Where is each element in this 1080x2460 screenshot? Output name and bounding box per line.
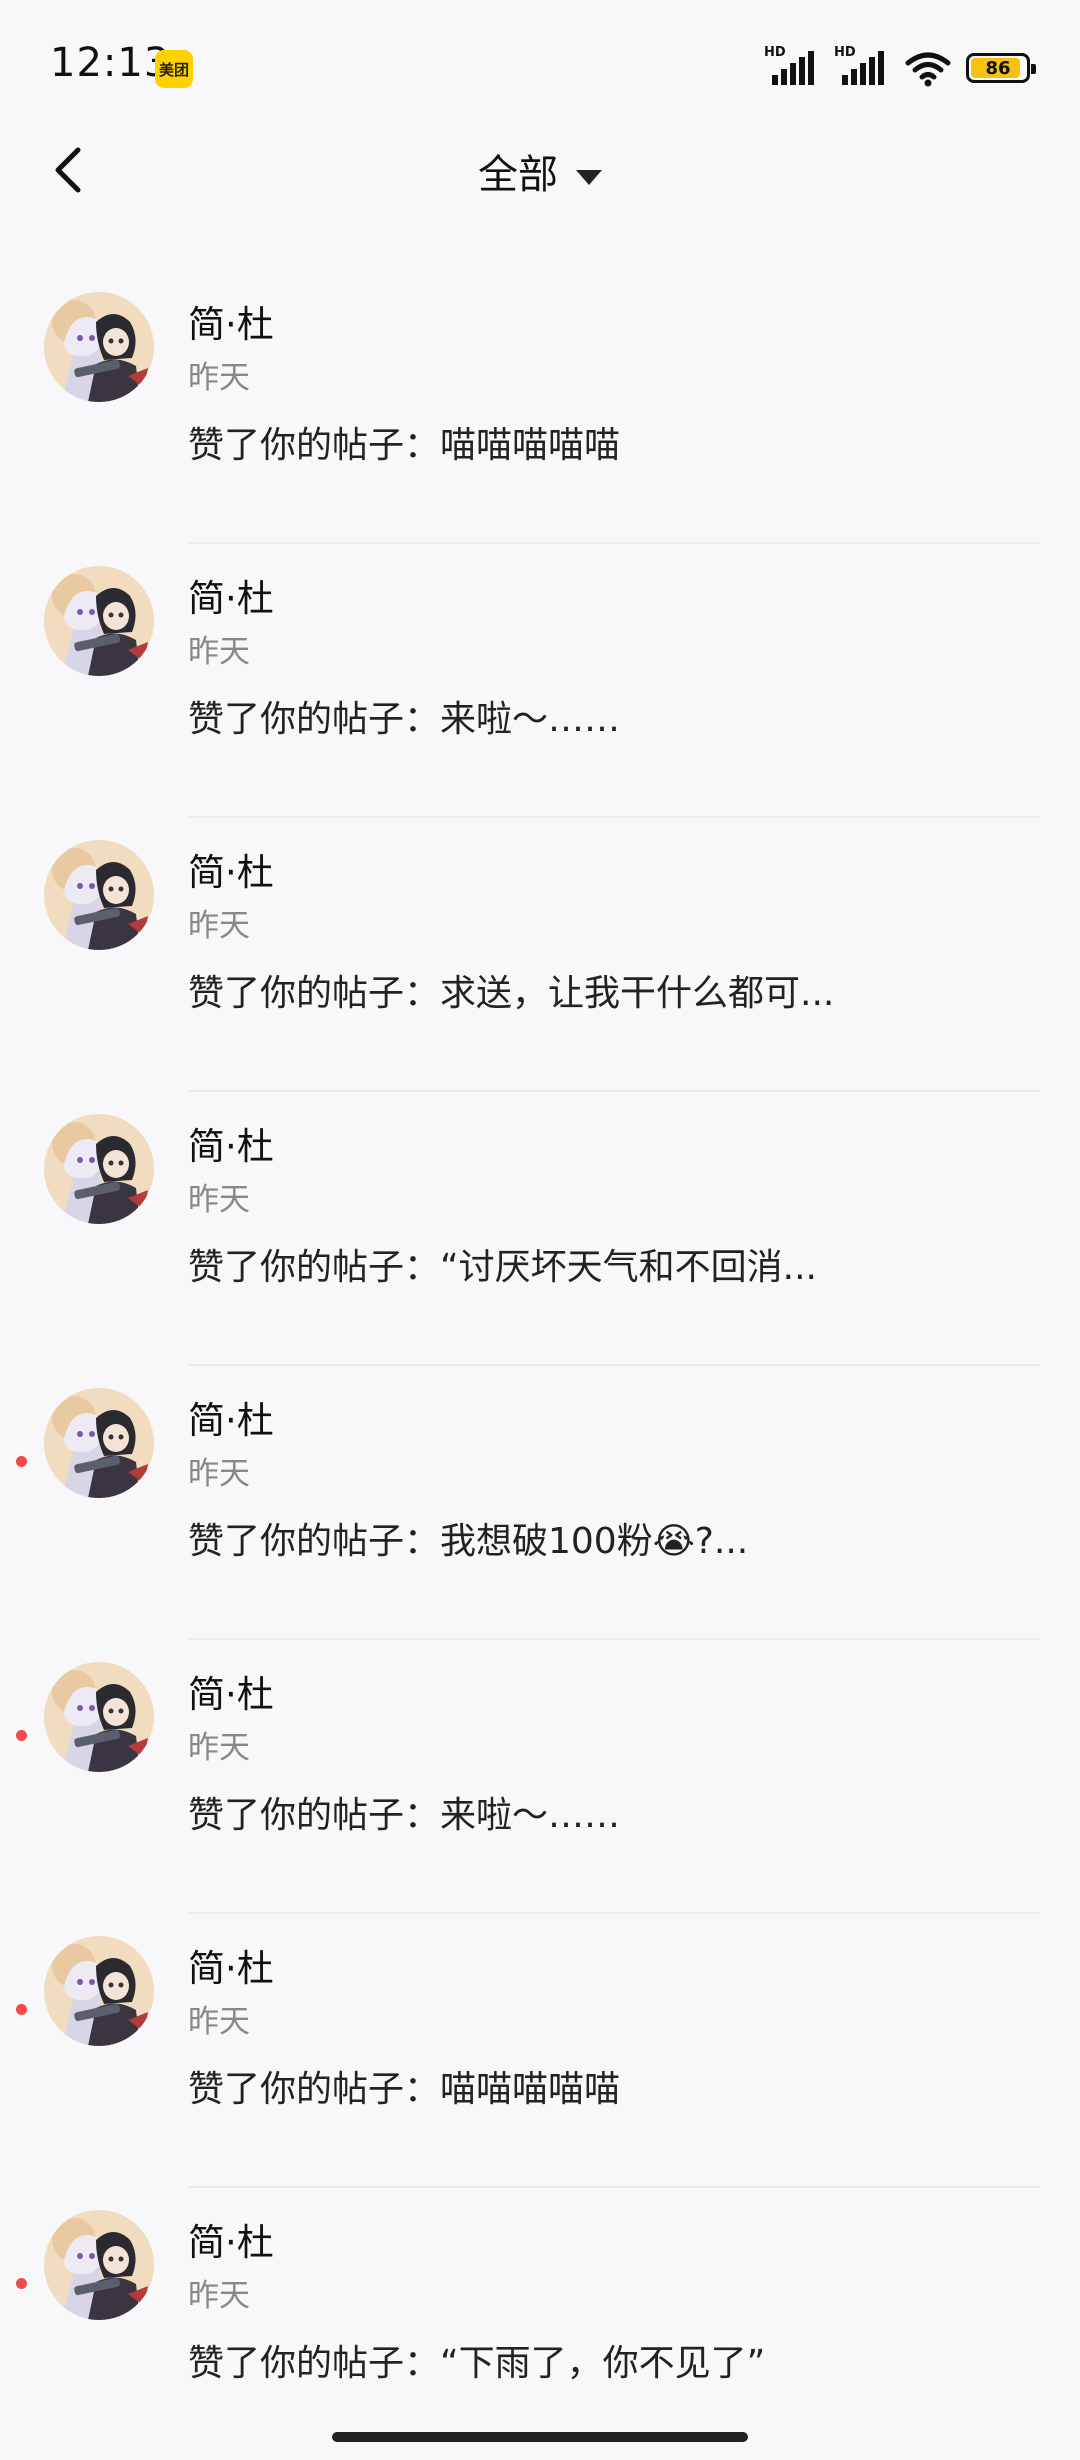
notification-item[interactable]: 简·杜 昨天 赞了你的帖子：“下雨了，你不见了”	[0, 2188, 1080, 2460]
notification-item[interactable]: 简·杜 昨天 赞了你的帖子：“讨厌坏天气和不回消...	[0, 1092, 1080, 1366]
home-indicator[interactable]	[332, 2432, 748, 2442]
timestamp: 昨天	[188, 908, 250, 944]
nav-bar: 全部	[0, 120, 1080, 220]
caret-down-icon	[576, 169, 602, 185]
user-name[interactable]: 简·杜	[188, 1116, 274, 1170]
avatar[interactable]	[44, 1114, 154, 1224]
avatar[interactable]	[44, 566, 154, 676]
page-title: 全部	[478, 152, 558, 198]
status-icons: HD HD 86	[764, 45, 1036, 88]
user-name[interactable]: 简·杜	[188, 294, 274, 348]
timestamp: 昨天	[188, 1182, 250, 1218]
status-time: 12:13	[50, 40, 171, 86]
avatar[interactable]	[44, 1936, 154, 2046]
user-name[interactable]: 简·杜	[188, 1390, 274, 1444]
timestamp: 昨天	[188, 2004, 250, 2040]
notification-text: 赞了你的帖子：“讨厌坏天气和不回消...	[188, 1247, 817, 1288]
user-name[interactable]: 简·杜	[188, 1938, 274, 1992]
unread-dot	[16, 2278, 27, 2289]
notification-item[interactable]: 简·杜 昨天 赞了你的帖子：喵喵喵喵喵	[0, 270, 1080, 544]
avatar[interactable]	[44, 1662, 154, 1772]
avatar[interactable]	[44, 292, 154, 402]
notification-text: 赞了你的帖子：“下雨了，你不见了”	[188, 2343, 766, 2384]
notification-item[interactable]: 简·杜 昨天 赞了你的帖子：求送，让我干什么都可...	[0, 818, 1080, 1092]
notification-item[interactable]: 简·杜 昨天 赞了你的帖子：来啦～……	[0, 544, 1080, 818]
status-bar: 12:13 美团 HD HD 86	[0, 0, 1080, 130]
filter-dropdown[interactable]: 全部	[0, 142, 1080, 200]
avatar[interactable]	[44, 840, 154, 950]
screen: 12:13 美团 HD HD 86 全部 简·杜 昨天 赞了你的帖子：喵喵喵喵喵…	[0, 0, 1080, 2460]
avatar[interactable]	[44, 2210, 154, 2320]
user-name[interactable]: 简·杜	[188, 842, 274, 896]
notification-text: 赞了你的帖子：求送，让我干什么都可...	[188, 973, 835, 1014]
timestamp: 昨天	[188, 634, 250, 670]
battery-level: 86	[985, 57, 1011, 79]
notification-item[interactable]: 简·杜 昨天 赞了你的帖子：来啦～……	[0, 1640, 1080, 1914]
timestamp: 昨天	[188, 1730, 250, 1766]
notification-text: 赞了你的帖子：我想破100粉😭?...	[188, 1521, 749, 1562]
cellular-signal-icon-2: HD	[834, 45, 890, 87]
notification-item[interactable]: 简·杜 昨天 赞了你的帖子：我想破100粉😭?...	[0, 1366, 1080, 1640]
user-name[interactable]: 简·杜	[188, 568, 274, 622]
unread-dot	[16, 1456, 27, 1467]
wifi-icon	[905, 52, 951, 87]
notification-text: 赞了你的帖子：喵喵喵喵喵	[188, 425, 621, 466]
cellular-signal-icon: HD	[764, 45, 820, 87]
unread-dot	[16, 1730, 27, 1741]
battery-icon: 86	[966, 53, 1036, 83]
meituan-app-icon: 美团	[155, 50, 193, 88]
timestamp: 昨天	[188, 1456, 250, 1492]
timestamp: 昨天	[188, 360, 250, 396]
unread-dot	[16, 2004, 27, 2015]
notification-item[interactable]: 简·杜 昨天 赞了你的帖子：喵喵喵喵喵	[0, 1914, 1080, 2188]
notification-text: 赞了你的帖子：来啦～……	[188, 1795, 621, 1836]
user-name[interactable]: 简·杜	[188, 1664, 274, 1718]
avatar[interactable]	[44, 1388, 154, 1498]
notification-text: 赞了你的帖子：喵喵喵喵喵	[188, 2069, 621, 2110]
timestamp: 昨天	[188, 2278, 250, 2314]
notification-text: 赞了你的帖子：来啦～……	[188, 699, 621, 740]
user-name[interactable]: 简·杜	[188, 2212, 274, 2266]
notification-list: 简·杜 昨天 赞了你的帖子：喵喵喵喵喵 简·杜 昨天 赞了你的帖子：来啦～……	[0, 270, 1080, 2460]
